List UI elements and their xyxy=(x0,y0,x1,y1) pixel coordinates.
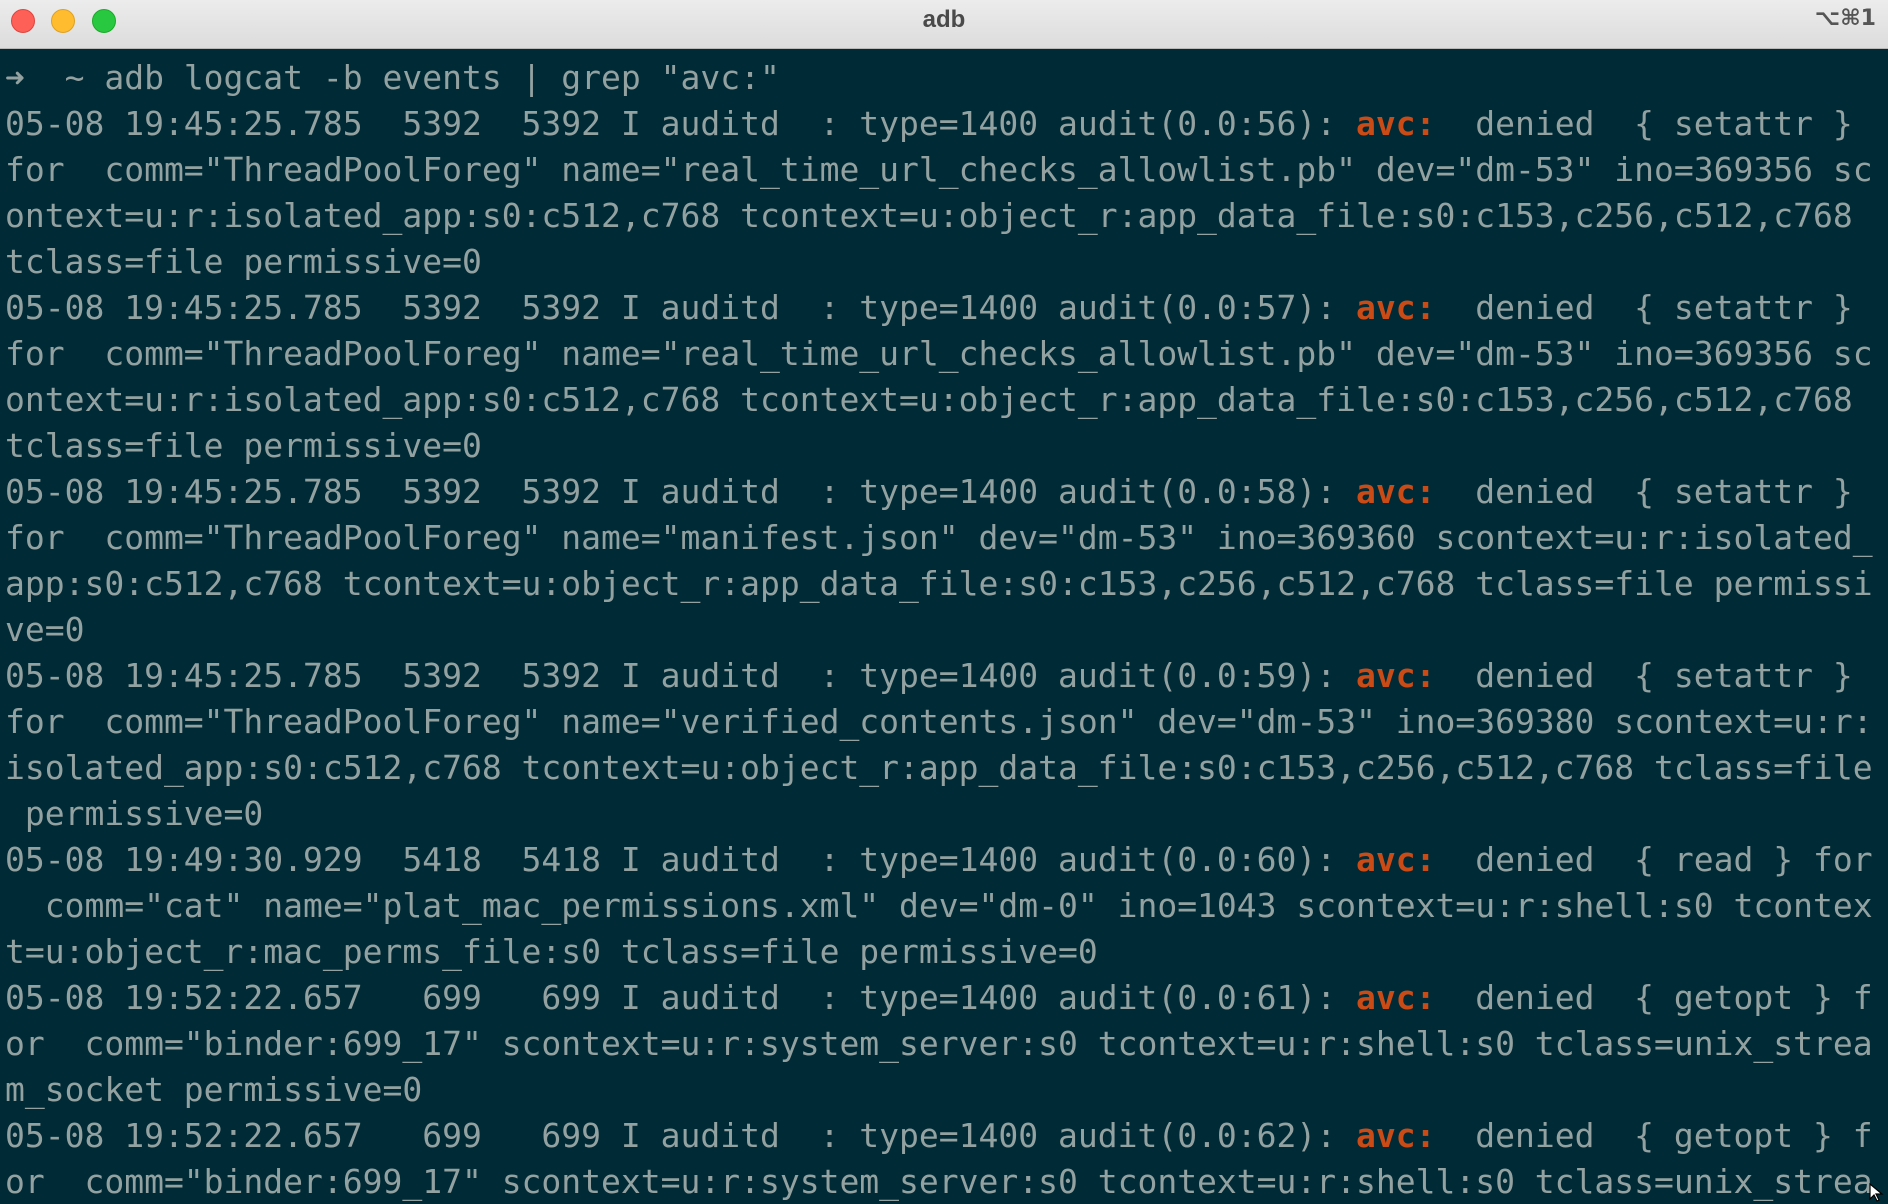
log-line: m_socket permissive=0 xyxy=(5,1067,1888,1113)
prompt-command: ~ adb logcat -b events | grep "avc:" xyxy=(24,58,780,97)
log-text: t=u:object_r:mac_perms_file:s0 tclass=fi… xyxy=(5,932,1098,971)
log-line: or comm="binder:699_17" scontext=u:r:sys… xyxy=(5,1021,1888,1067)
avc-keyword: avc: xyxy=(1356,104,1436,143)
prompt-arrow-icon: ➜ xyxy=(5,58,25,97)
log-text: or comm="binder:699_17" scontext=u:r:sys… xyxy=(5,1162,1873,1201)
terminal-output[interactable]: ➜ ~ adb logcat -b events | grep "avc:" 0… xyxy=(0,49,1888,1204)
log-text: 05-08 19:45:25.785 5392 5392 I auditd : … xyxy=(5,472,1357,511)
log-line: 05-08 19:45:25.785 5392 5392 I auditd : … xyxy=(5,285,1888,331)
log-line: 05-08 19:45:25.785 5392 5392 I auditd : … xyxy=(5,653,1888,699)
log-line: 05-08 19:52:22.657 699 699 I auditd : ty… xyxy=(5,975,1888,1021)
log-text: m_socket permissive=0 xyxy=(5,1070,423,1109)
log-text: for comm="ThreadPoolForeg" name="real_ti… xyxy=(5,334,1873,373)
log-text-tail: denied { getopt } f xyxy=(1435,1116,1873,1155)
prompt-line: ➜ ~ adb logcat -b events | grep "avc:" xyxy=(5,55,1888,101)
log-text: for comm="ThreadPoolForeg" name="real_ti… xyxy=(5,150,1873,189)
log-text-tail: denied { getopt } f xyxy=(1435,978,1873,1017)
log-line: 05-08 19:45:25.785 5392 5392 I auditd : … xyxy=(5,469,1888,515)
avc-keyword: avc: xyxy=(1356,978,1436,1017)
log-text: tclass=file permissive=0 xyxy=(5,426,482,465)
log-text: for comm="ThreadPoolForeg" name="verifie… xyxy=(5,702,1873,741)
log-line: 05-08 19:52:22.657 699 699 I auditd : ty… xyxy=(5,1113,1888,1159)
log-text: tclass=file permissive=0 xyxy=(5,242,482,281)
log-line: 05-08 19:45:25.785 5392 5392 I auditd : … xyxy=(5,101,1888,147)
log-text: ontext=u:r:isolated_app:s0:c512,c768 tco… xyxy=(5,196,1853,235)
log-line: 05-08 19:49:30.929 5418 5418 I auditd : … xyxy=(5,837,1888,883)
avc-keyword: avc: xyxy=(1356,656,1436,695)
log-line: tclass=file permissive=0 xyxy=(5,239,1888,285)
log-text: comm="cat" name="plat_mac_permissions.xm… xyxy=(5,886,1873,925)
title-bar[interactable]: adb ⌥⌘1 xyxy=(0,0,1888,49)
log-line: or comm="binder:699_17" scontext=u:r:sys… xyxy=(5,1159,1888,1204)
log-line: isolated_app:s0:c512,c768 tcontext=u:obj… xyxy=(5,745,1888,791)
window-title: adb xyxy=(922,6,966,33)
log-text: 05-08 19:49:30.929 5418 5418 I auditd : … xyxy=(5,840,1357,879)
log-text: ve=0 xyxy=(5,610,85,649)
log-text-tail: denied { setattr } xyxy=(1435,104,1853,143)
log-line: permissive=0 xyxy=(5,791,1888,837)
log-line: comm="cat" name="plat_mac_permissions.xm… xyxy=(5,883,1888,929)
avc-keyword: avc: xyxy=(1356,1116,1436,1155)
log-text: app:s0:c512,c768 tcontext=u:object_r:app… xyxy=(5,564,1873,603)
avc-keyword: avc: xyxy=(1356,472,1436,511)
log-text: isolated_app:s0:c512,c768 tcontext=u:obj… xyxy=(5,748,1873,787)
log-line: t=u:object_r:mac_perms_file:s0 tclass=fi… xyxy=(5,929,1888,975)
log-text-tail: denied { setattr } xyxy=(1435,288,1853,327)
log-line: for comm="ThreadPoolForeg" name="real_ti… xyxy=(5,147,1888,193)
window-shortcut-label: ⌥⌘1 xyxy=(1814,6,1876,31)
log-line: app:s0:c512,c768 tcontext=u:object_r:app… xyxy=(5,561,1888,607)
log-line: for comm="ThreadPoolForeg" name="real_ti… xyxy=(5,331,1888,377)
log-line: for comm="ThreadPoolForeg" name="verifie… xyxy=(5,699,1888,745)
log-line: ontext=u:r:isolated_app:s0:c512,c768 tco… xyxy=(5,193,1888,239)
mouse-pointer-icon xyxy=(1869,1182,1884,1202)
log-line: tclass=file permissive=0 xyxy=(5,423,1888,469)
avc-keyword: avc: xyxy=(1356,288,1436,327)
log-text: 05-08 19:52:22.657 699 699 I auditd : ty… xyxy=(5,1116,1357,1155)
log-text: 05-08 19:52:22.657 699 699 I auditd : ty… xyxy=(5,978,1357,1017)
log-text: or comm="binder:699_17" scontext=u:r:sys… xyxy=(5,1024,1873,1063)
log-line: ve=0 xyxy=(5,607,1888,653)
log-line: ontext=u:r:isolated_app:s0:c512,c768 tco… xyxy=(5,377,1888,423)
log-text-tail: denied { read } for xyxy=(1435,840,1873,879)
log-text: ontext=u:r:isolated_app:s0:c512,c768 tco… xyxy=(5,380,1853,419)
avc-keyword: avc: xyxy=(1356,840,1436,879)
log-text: permissive=0 xyxy=(5,794,264,833)
log-text: 05-08 19:45:25.785 5392 5392 I auditd : … xyxy=(5,656,1357,695)
log-text-tail: denied { setattr } xyxy=(1435,656,1853,695)
log-text: for comm="ThreadPoolForeg" name="manifes… xyxy=(5,518,1873,557)
log-text: 05-08 19:45:25.785 5392 5392 I auditd : … xyxy=(5,104,1357,143)
log-line: for comm="ThreadPoolForeg" name="manifes… xyxy=(5,515,1888,561)
log-text: 05-08 19:45:25.785 5392 5392 I auditd : … xyxy=(5,288,1357,327)
log-text-tail: denied { setattr } xyxy=(1435,472,1853,511)
terminal-window: adb ⌥⌘1 ➜ ~ adb logcat -b events | grep … xyxy=(0,0,1888,1204)
